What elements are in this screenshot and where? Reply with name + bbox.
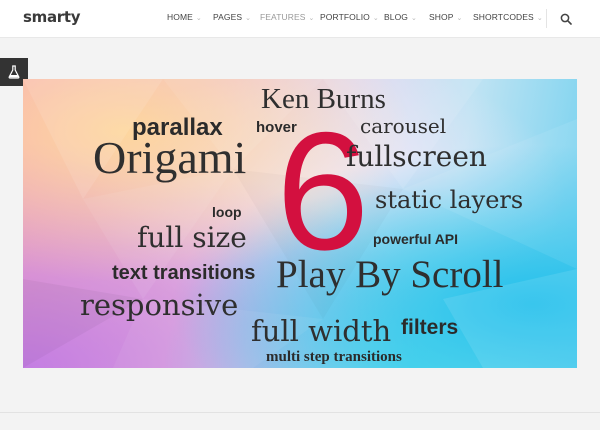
feature-word-filters: filters <box>401 316 459 339</box>
feature-word-full-size: full size <box>137 221 247 254</box>
nav-item-label: PORTFOLIO <box>320 12 370 22</box>
feature-word-static-layers: static layers <box>375 186 524 214</box>
chevron-down-icon: ⌄ <box>456 15 463 22</box>
feature-word-fullscreen: fullscreen <box>346 140 487 173</box>
nav-item-shop[interactable]: SHOP ⌄ <box>429 12 462 22</box>
nav-item-shortcodes[interactable]: SHORTCODES ⌄ <box>473 12 543 22</box>
feature-word-ken-burns: Ken Burns <box>261 83 386 115</box>
nav-item-label: SHORTCODES <box>473 12 534 22</box>
feature-word-responsive: responsive <box>80 288 239 322</box>
feature-word-loop: loop <box>212 204 242 220</box>
section-divider <box>0 412 600 413</box>
top-navigation-bar: smarty HOME ⌄ PAGES ⌄ FEATURES ⌄ PORTFOLIO ⌄… <box>0 0 600 38</box>
search-icon[interactable] <box>560 12 572 25</box>
feature-word-origami: Origami <box>93 132 247 183</box>
feature-word-play-by-scroll: Play By Scroll <box>276 253 504 296</box>
site-logo[interactable]: smarty <box>23 8 81 26</box>
chevron-down-icon: ⌄ <box>245 15 252 22</box>
nav-divider <box>546 9 547 28</box>
flask-icon <box>8 65 20 79</box>
nav-item-home[interactable]: HOME ⌄ <box>167 12 202 22</box>
nav-item-label: BLOG <box>384 12 409 22</box>
chevron-down-icon: ⌄ <box>536 15 543 22</box>
feature-word-full-width: full width <box>251 314 392 348</box>
nav-item-label: PAGES <box>213 12 243 22</box>
nav-item-portfolio[interactable]: PORTFOLIO ⌄ <box>320 12 379 22</box>
feature-word-multi-step-transitions: multi step transitions <box>266 349 402 365</box>
chevron-down-icon: ⌄ <box>195 15 202 22</box>
chevron-down-icon: ⌄ <box>308 15 315 22</box>
nav-item-label: FEATURES <box>260 12 306 22</box>
feature-word-hover: hover <box>256 119 297 136</box>
feature-word-powerful-api: powerful API <box>373 231 459 247</box>
chevron-down-icon: ⌄ <box>411 15 417 22</box>
nav-item-blog[interactable]: BLOG ⌄ <box>384 12 417 22</box>
chevron-down-icon: ⌄ <box>372 15 379 22</box>
hero-slider-banner[interactable]: 6 Ken Burns parallax hover carousel Orig… <box>23 79 577 368</box>
feature-word-carousel: carousel <box>360 114 447 138</box>
nav-item-label: HOME <box>167 12 193 22</box>
nav-item-label: SHOP <box>429 12 454 22</box>
feature-word-text-transitions: text transitions <box>112 262 256 284</box>
nav-item-features[interactable]: FEATURES ⌄ <box>260 12 314 22</box>
nav-item-pages[interactable]: PAGES ⌄ <box>213 12 251 22</box>
